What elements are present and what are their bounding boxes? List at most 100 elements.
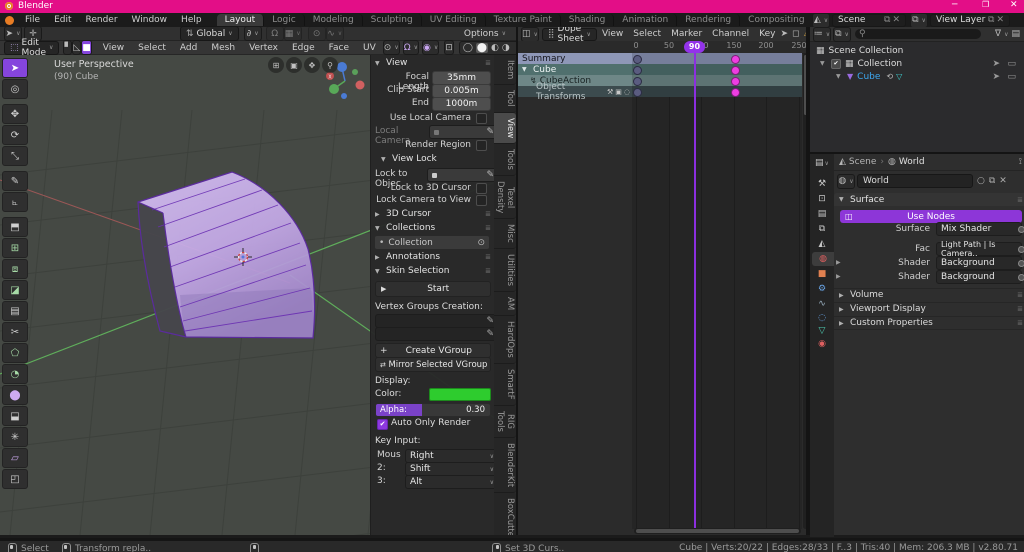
scene-name-field[interactable]: Scene ⧉ ✕ — [832, 14, 906, 27]
tab-world-icon[interactable]: ◍ — [812, 252, 834, 266]
tab-view-layer-icon[interactable]: ⧉ — [812, 222, 832, 236]
tool-shrink-fatten[interactable]: ✳ — [2, 427, 28, 447]
tool-inset-faces[interactable]: ⧈ — [2, 259, 28, 279]
outliner-row-scene-collection[interactable]: ▦ Scene Collection — [810, 44, 1024, 57]
tool-shear[interactable]: ▱ — [2, 448, 28, 468]
selectable-arrow-icon[interactable]: ➤ — [992, 59, 1000, 69]
keyframe-frame150-selected[interactable] — [731, 55, 740, 64]
n-tab-tools[interactable]: Tools — [494, 144, 516, 176]
tool-add-cube[interactable]: ⊞ — [2, 238, 28, 258]
n-tab-texel-density[interactable]: Texel Density — [494, 176, 516, 219]
n-tab-rig-tools[interactable]: RIG Tools — [494, 406, 516, 438]
menu-edit[interactable]: Edit — [47, 15, 78, 25]
tool-spin[interactable]: ◔ — [2, 364, 28, 384]
overlays-toggle-icon[interactable]: ⊡ — [444, 40, 454, 55]
view-panel-header[interactable]: ▼View≣ — [375, 58, 491, 68]
workspace-tab-shading[interactable]: Shading — [561, 14, 615, 26]
cube-mesh-object[interactable] — [138, 172, 315, 338]
modifier-wrench-icon[interactable]: ⚒ — [607, 88, 613, 96]
panel-menu-icon[interactable]: ≣ — [485, 210, 491, 218]
outliner-filter-icon[interactable]: ∇∨ — [995, 29, 1008, 39]
outliner-search-input[interactable]: ⚲ — [855, 29, 981, 39]
n-tab-tool[interactable]: Tool — [494, 85, 516, 113]
breadcrumb-world[interactable]: World — [899, 157, 925, 167]
snap-toggle-icon[interactable]: Ω∨ — [403, 40, 419, 55]
mode-dropdown[interactable]: ⬚ Edit Mode ∨ — [4, 41, 59, 55]
tab-object-data-icon[interactable]: ▽ — [812, 324, 832, 338]
viewport-menu-vertex[interactable]: Vertex — [242, 43, 285, 53]
workspace-tab-rendering[interactable]: Rendering — [677, 14, 740, 26]
n-tab-item[interactable]: Item — [494, 55, 516, 85]
pin-icon[interactable]: ⟟ — [1019, 157, 1022, 167]
zoom-icon[interactable]: ⚲ — [322, 57, 338, 73]
custom-properties-panel-header[interactable]: ▶Custom Properties ≣ — [834, 316, 1024, 330]
workspace-tab-modeling[interactable]: Modeling — [305, 14, 363, 26]
viewport-menu-mesh[interactable]: Mesh — [204, 43, 242, 53]
viewport-menu-select[interactable]: Select — [131, 43, 173, 53]
dope-h-scrollbar-thumb[interactable] — [636, 529, 799, 533]
box-select-icon[interactable]: ◻ — [792, 29, 799, 39]
current-frame-indicator[interactable]: 90 — [684, 41, 705, 53]
start-button[interactable]: ▶ Start — [375, 281, 491, 297]
keyframe-frame150-selected[interactable] — [731, 66, 740, 75]
proportional-editing-icon[interactable]: ◉∨ — [422, 40, 439, 55]
tool-scale[interactable]: ⤡ — [2, 146, 28, 166]
vgroup-color-swatch[interactable] — [429, 388, 491, 401]
close-button[interactable]: ✕ — [1010, 0, 1018, 10]
tool-smooth[interactable]: ⬤ — [2, 385, 28, 405]
dope-menu-channel[interactable]: Channel — [707, 29, 754, 39]
eyedropper-icon[interactable]: ✎ — [486, 329, 494, 339]
n-tab-smartf[interactable]: SmartF — [494, 364, 516, 406]
tool-knife[interactable]: ✂ — [2, 322, 28, 342]
vertex-select-button[interactable]: ▘ — [63, 40, 72, 55]
channel-object-transforms[interactable]: Object Transforms ⚒ ▣ ◌ — [518, 86, 632, 97]
tool-measure[interactable]: ⦜ — [2, 192, 28, 212]
dope-menu-view[interactable]: View — [597, 29, 628, 39]
exclude-checkbox[interactable]: ✔ — [831, 59, 841, 69]
collections-panel-header[interactable]: ▼Collections≣ — [375, 223, 491, 233]
tab-scene-icon[interactable]: ◭ — [812, 237, 832, 251]
vgroup-name-input-1[interactable]: ✎ — [375, 314, 499, 328]
keyframe-frame0[interactable] — [633, 77, 642, 86]
view-layer-field[interactable]: View Layer ⧉ ✕ — [930, 14, 1010, 27]
tab-tool-icon[interactable]: ⚒ — [812, 177, 832, 191]
face-select-button[interactable]: ■ — [81, 40, 92, 55]
breadcrumb-scene[interactable]: Scene — [849, 157, 876, 167]
workspace-tab-compositing[interactable]: Compositing — [740, 14, 813, 26]
tool-rip-region[interactable]: ◰ — [2, 469, 28, 489]
viewport-display-panel-header[interactable]: ▶Viewport Display ≣ — [834, 302, 1024, 315]
pan-hand-icon[interactable]: ✥ — [304, 57, 320, 73]
n-tab-boxcutter[interactable]: BoxCutter — [494, 493, 516, 535]
tool-edge-slide[interactable]: ⬓ — [2, 406, 28, 426]
n-tab-am[interactable]: AM — [494, 292, 516, 316]
viewport-menu-view[interactable]: View — [96, 43, 131, 53]
eyedropper-icon[interactable]: ✎ — [486, 127, 494, 137]
eyedropper-icon[interactable]: ✎ — [486, 170, 494, 180]
outliner-display-mode-icon[interactable]: ≔∨ — [813, 27, 831, 42]
world-datablock-icon[interactable]: ◍∨ — [837, 174, 855, 189]
selectable-arrow-icon[interactable]: ➤ — [992, 72, 1000, 82]
maximize-button[interactable]: ❐ — [982, 0, 989, 9]
workspace-tab-animation[interactable]: Animation — [614, 14, 677, 26]
key3-dropdown[interactable]: Alt∨ — [405, 475, 499, 489]
keyframe-frame0[interactable] — [633, 55, 642, 64]
proportional-falloff-icon[interactable]: ∿∨ — [326, 26, 344, 41]
panel-menu-icon[interactable]: ≣ — [485, 253, 491, 261]
surface-shader-dropdown[interactable]: Mix Shader — [936, 222, 1022, 236]
clip-start-field[interactable]: 0.005m — [432, 84, 491, 98]
keyframe-frame0[interactable] — [633, 88, 642, 97]
focal-length-field[interactable]: 35mm — [432, 71, 491, 85]
view-layer-icon[interactable]: ⧉∨ — [910, 13, 928, 28]
workspace-tab-layout[interactable]: Layout — [217, 14, 265, 26]
panel-menu-icon[interactable]: ≣ — [485, 224, 491, 232]
outliner-scene-icon[interactable]: ⧉∨ — [833, 27, 851, 42]
keyframe-frame150-selected[interactable] — [731, 77, 740, 86]
viewport-display-icon[interactable]: ▭ — [1007, 72, 1016, 82]
workspace-tab-logic[interactable]: Logic — [264, 14, 305, 26]
outliner-row-cube[interactable]: ▼ ▼ Cube ⟲ ▽ ➤ ▭ — [810, 70, 1024, 83]
snap-magnet-icon[interactable]: Ω — [266, 26, 284, 41]
n-tab-hardops[interactable]: HardOps — [494, 316, 516, 364]
eyedropper-icon[interactable]: ✎ — [486, 316, 494, 326]
local-camera-field[interactable]: ✎ — [429, 125, 499, 139]
solid-shading-icon[interactable]: ⬤ — [476, 43, 488, 53]
